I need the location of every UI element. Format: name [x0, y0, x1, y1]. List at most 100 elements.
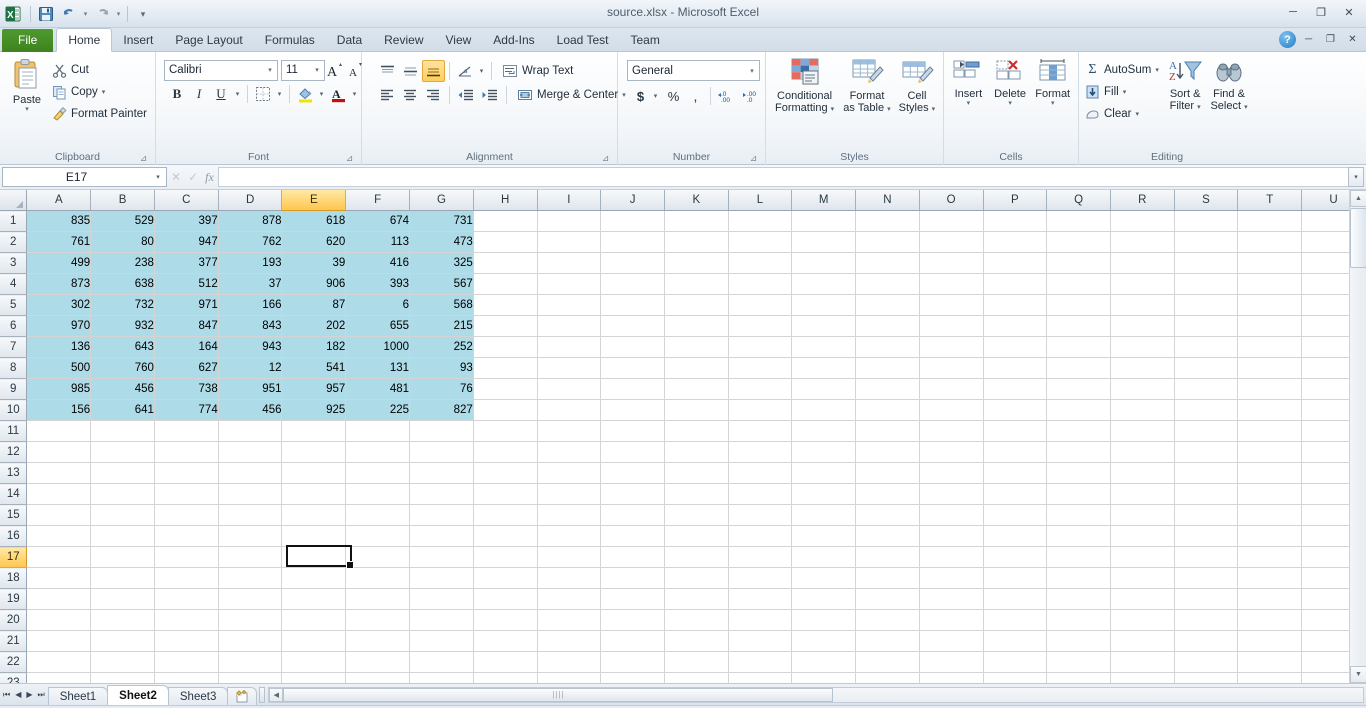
fill-dropdown-icon[interactable]: ▾ [1123, 88, 1127, 96]
font-color-dropdown-icon[interactable]: ▾ [349, 83, 360, 105]
cell-T23[interactable] [1237, 672, 1303, 683]
cell-G6[interactable]: 215 [409, 315, 474, 337]
cell-I14[interactable] [537, 483, 602, 505]
close-window-button[interactable]: ✕ [1336, 2, 1362, 22]
sort-filter-dropdown-icon[interactable]: ▾ [1197, 104, 1201, 111]
cell-B3[interactable]: 238 [90, 252, 155, 274]
cell-K9[interactable] [664, 378, 729, 400]
row-header-6[interactable]: 6 [0, 315, 28, 337]
clear-button[interactable]: Clear ▾ [1083, 103, 1163, 125]
cell-M3[interactable] [791, 252, 857, 274]
select-all-button[interactable] [0, 190, 28, 211]
cell-P8[interactable] [983, 357, 1048, 379]
cell-M9[interactable] [791, 378, 857, 400]
cell-E2[interactable]: 620 [281, 231, 347, 253]
ribbon-tab-data[interactable]: Data [326, 29, 373, 52]
cell-O3[interactable] [919, 252, 984, 274]
format-painter-button[interactable]: Format Painter [50, 103, 151, 125]
cell-R19[interactable] [1110, 588, 1175, 610]
cell-J20[interactable] [600, 609, 665, 631]
cell-N17[interactable] [855, 546, 920, 568]
cell-T7[interactable] [1237, 336, 1303, 358]
orientation-button[interactable]: a [454, 60, 476, 82]
fill-button[interactable]: Fill ▾ [1083, 81, 1163, 103]
cell-T15[interactable] [1237, 504, 1303, 526]
cell-D20[interactable] [218, 609, 283, 631]
vertical-scrollbar[interactable]: ▲ ▼ [1349, 190, 1366, 683]
cell-O8[interactable] [919, 357, 984, 379]
cell-G5[interactable]: 568 [409, 294, 474, 316]
cell-O13[interactable] [919, 462, 984, 484]
conditional-formatting-dropdown-icon[interactable]: ▾ [831, 106, 835, 113]
cell-D3[interactable]: 193 [218, 252, 283, 274]
cell-R20[interactable] [1110, 609, 1175, 631]
restore-window-button[interactable]: ❐ [1308, 2, 1334, 22]
ribbon-tab-formulas[interactable]: Formulas [254, 29, 326, 52]
decrease-decimal-button[interactable]: .00 .0 [739, 85, 763, 107]
cell-B1[interactable]: 529 [90, 210, 155, 232]
cell-P5[interactable] [983, 294, 1048, 316]
cell-F2[interactable]: 113 [345, 231, 411, 253]
cell-I12[interactable] [537, 441, 602, 463]
vertical-scroll-thumb[interactable] [1350, 208, 1366, 268]
minimize-window-button[interactable]: ─ [1280, 2, 1306, 22]
column-header-l[interactable]: L [728, 190, 793, 211]
cell-N3[interactable] [855, 252, 920, 274]
cell-Q15[interactable] [1046, 504, 1111, 526]
help-icon[interactable]: ? [1279, 31, 1296, 48]
delete-cells-button[interactable]: Delete ▾ [989, 55, 1032, 107]
cell-D15[interactable] [218, 504, 283, 526]
tab-split-handle[interactable] [259, 686, 266, 703]
cell-J13[interactable] [600, 462, 665, 484]
align-center-button[interactable] [399, 84, 422, 106]
cell-G1[interactable]: 731 [409, 210, 474, 232]
cell-N7[interactable] [855, 336, 920, 358]
cell-R14[interactable] [1110, 483, 1175, 505]
cell-H2[interactable] [473, 231, 538, 253]
cell-K23[interactable] [664, 672, 729, 683]
cell-H19[interactable] [473, 588, 538, 610]
cell-F21[interactable] [345, 630, 411, 652]
cell-M16[interactable] [791, 525, 857, 547]
cell-F3[interactable]: 416 [345, 252, 411, 274]
cell-C19[interactable] [154, 588, 219, 610]
cell-S8[interactable] [1174, 357, 1239, 379]
cell-F13[interactable] [345, 462, 411, 484]
cell-I5[interactable] [537, 294, 602, 316]
cell-I8[interactable] [537, 357, 602, 379]
cell-R6[interactable] [1110, 315, 1175, 337]
cell-M21[interactable] [791, 630, 857, 652]
cell-P15[interactable] [983, 504, 1048, 526]
conditional-formatting-button[interactable]: Conditional Formatting ▾ [770, 55, 839, 116]
cell-R2[interactable] [1110, 231, 1175, 253]
cell-P19[interactable] [983, 588, 1048, 610]
cell-S3[interactable] [1174, 252, 1239, 274]
cell-J2[interactable] [600, 231, 665, 253]
cell-A18[interactable] [26, 567, 92, 589]
cell-J6[interactable] [600, 315, 665, 337]
cell-Q14[interactable] [1046, 483, 1111, 505]
column-header-f[interactable]: F [345, 190, 411, 211]
cell-K17[interactable] [664, 546, 729, 568]
ribbon-tab-view[interactable]: View [435, 29, 483, 52]
cell-O20[interactable] [919, 609, 984, 631]
cell-C16[interactable] [154, 525, 219, 547]
clipboard-dialog-launcher[interactable]: ⊿ [138, 153, 149, 164]
cell-B14[interactable] [90, 483, 155, 505]
cell-K13[interactable] [664, 462, 729, 484]
cell-P20[interactable] [983, 609, 1048, 631]
cell-T4[interactable] [1237, 273, 1303, 295]
cell-N14[interactable] [855, 483, 920, 505]
cell-E11[interactable] [281, 420, 347, 442]
cell-Q9[interactable] [1046, 378, 1111, 400]
last-sheet-icon[interactable]: ⏭ [38, 690, 45, 700]
borders-dropdown-icon[interactable]: ▾ [274, 83, 285, 105]
font-color-button[interactable]: A [327, 83, 349, 105]
cell-H10[interactable] [473, 399, 538, 421]
cell-E3[interactable]: 39 [281, 252, 347, 274]
cell-K20[interactable] [664, 609, 729, 631]
cell-O14[interactable] [919, 483, 984, 505]
cell-K8[interactable] [664, 357, 729, 379]
cell-T14[interactable] [1237, 483, 1303, 505]
cell-N4[interactable] [855, 273, 920, 295]
